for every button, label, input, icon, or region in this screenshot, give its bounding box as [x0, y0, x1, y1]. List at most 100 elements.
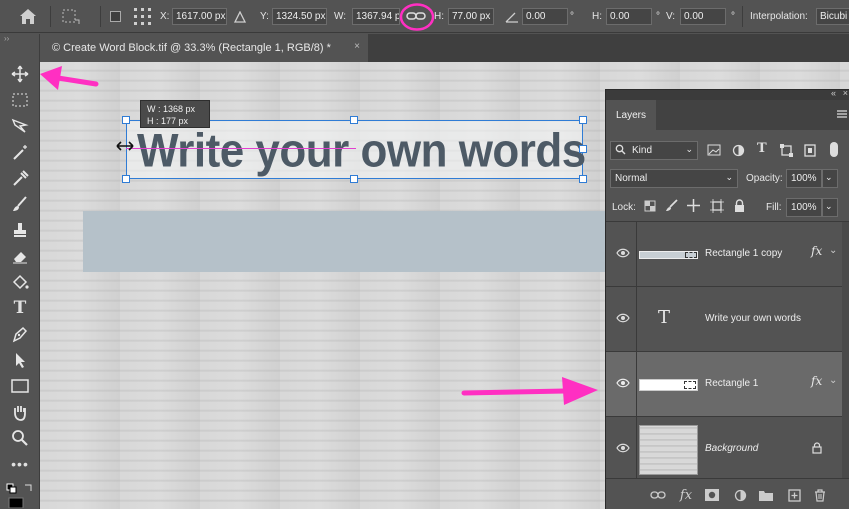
layers-panel-footer: fx: [606, 478, 849, 509]
fx-icon[interactable]: fx: [811, 374, 822, 388]
link-layers-icon[interactable]: [650, 487, 666, 503]
transform-handle[interactable]: [122, 116, 130, 124]
layer-row-background[interactable]: Background: [606, 417, 842, 482]
lock-position-icon[interactable]: [687, 199, 700, 215]
new-layer-icon[interactable]: [786, 487, 802, 503]
height-field[interactable]: 77.00 px: [448, 8, 494, 25]
tab-layers[interactable]: Layers: [606, 100, 656, 130]
chevron-down-icon[interactable]: ⌄: [829, 245, 837, 256]
layer-row-rectangle-1-selected[interactable]: Rectangle 1 fx ⌄: [606, 352, 842, 417]
smart-object-filter-icon[interactable]: [804, 144, 816, 160]
transform-handle[interactable]: [122, 175, 130, 183]
layer-row-text[interactable]: T Write your own words: [606, 287, 842, 352]
word-block-selection[interactable]: Write your own words: [126, 120, 586, 179]
blend-mode-select[interactable]: Normal ⌄: [610, 169, 738, 188]
marquee-tool-icon[interactable]: [8, 88, 32, 112]
panel-header-strip: « ×: [606, 88, 849, 100]
transform-handle[interactable]: [579, 116, 587, 124]
lock-all-icon[interactable]: [734, 199, 745, 215]
type-filter-icon[interactable]: T: [757, 141, 767, 156]
chevron-down-icon: ⌄: [825, 201, 833, 211]
rectangle-tool-icon[interactable]: [8, 374, 32, 398]
divider: [636, 222, 637, 287]
delete-layer-icon[interactable]: [812, 487, 828, 503]
shape-filter-icon[interactable]: [780, 144, 793, 160]
layer-name: Write your own words: [705, 313, 801, 324]
visibility-eye-icon[interactable]: [616, 248, 630, 258]
separator: [742, 6, 743, 27]
zoom-tool-icon[interactable]: [8, 426, 32, 450]
visibility-eye-icon[interactable]: [616, 313, 630, 323]
opacity-field[interactable]: 100%: [786, 169, 822, 188]
move-tool-icon[interactable]: [8, 62, 32, 86]
rectangle-shape[interactable]: [83, 211, 643, 272]
transform-handle[interactable]: [579, 175, 587, 183]
filter-kind-select[interactable]: Kind ⌄: [610, 141, 698, 160]
lock-icon: [812, 442, 822, 457]
transform-tool-icon[interactable]: [58, 0, 82, 33]
fill-dropdown[interactable]: ⌄: [822, 198, 838, 217]
close-panel-icon[interactable]: ×: [843, 88, 848, 98]
lock-pixels-icon[interactable]: [665, 199, 678, 215]
horizontal-skew-field[interactable]: 0.00: [606, 8, 652, 25]
y-field[interactable]: 1324.50 px: [272, 8, 327, 25]
tooltip-width: 1368 px: [163, 104, 196, 114]
panel-menu-icon[interactable]: [836, 108, 848, 123]
lasso-tool-icon[interactable]: [8, 114, 32, 138]
new-group-icon[interactable]: [758, 487, 774, 503]
transform-handle[interactable]: [350, 116, 358, 124]
layer-thumbnail: [639, 425, 698, 475]
reference-point-locator-icon[interactable]: [132, 0, 154, 33]
angle-field[interactable]: 0.00: [522, 8, 568, 25]
pen-tool-icon[interactable]: [8, 322, 32, 346]
path-selection-tool-icon[interactable]: [8, 348, 32, 372]
interpolation-select[interactable]: Bicubi: [816, 8, 849, 25]
hand-tool-icon[interactable]: [8, 400, 32, 424]
type-tool-icon[interactable]: T: [8, 296, 32, 320]
close-tab-icon[interactable]: ×: [354, 41, 360, 52]
color-swatches-icon[interactable]: [5, 482, 35, 509]
eyedropper-tool-icon[interactable]: [8, 166, 32, 190]
more-tools-icon[interactable]: •••: [8, 452, 32, 476]
width-field[interactable]: 1367.94 p: [352, 8, 400, 25]
layer-thumbnail-marker: [685, 252, 697, 258]
transform-handle[interactable]: [579, 145, 587, 153]
adjustment-filter-icon[interactable]: [732, 144, 745, 160]
add-mask-icon[interactable]: [704, 487, 720, 503]
visibility-eye-icon[interactable]: [616, 378, 630, 388]
brush-tool-icon[interactable]: [8, 192, 32, 216]
fill-field[interactable]: 100%: [786, 198, 822, 217]
collapse-panel-icon[interactable]: «: [831, 88, 836, 98]
fx-icon[interactable]: fx: [811, 244, 822, 258]
layers-scrollbar[interactable]: [842, 222, 849, 478]
lock-artboard-icon[interactable]: [710, 199, 724, 216]
search-icon: [615, 144, 626, 159]
eraser-tool-icon[interactable]: [8, 244, 32, 268]
image-filter-icon[interactable]: [707, 144, 721, 159]
document-tab-bar: © Create Word Block.tif @ 33.3% (Rectang…: [40, 34, 849, 62]
reference-point-checkbox[interactable]: [110, 0, 124, 33]
new-adjustment-layer-icon[interactable]: [732, 487, 748, 503]
transform-handle[interactable]: [350, 175, 358, 183]
stamp-tool-icon[interactable]: [8, 218, 32, 242]
chevron-down-icon[interactable]: ⌄: [829, 375, 837, 386]
fill-label: Fill:: [766, 202, 782, 213]
add-layer-style-icon[interactable]: fx: [678, 487, 694, 503]
x-field[interactable]: 1617.00 px: [172, 8, 227, 25]
tooltip-height: 177 px: [161, 116, 189, 126]
filter-toggle-icon[interactable]: [830, 142, 838, 157]
visibility-eye-icon[interactable]: [616, 443, 630, 453]
magic-wand-tool-icon[interactable]: [8, 140, 32, 164]
home-icon[interactable]: [8, 0, 48, 33]
vertical-skew-field[interactable]: 0.00: [680, 8, 726, 25]
toolbar-collapse-icon[interactable]: ››: [4, 34, 9, 43]
lock-transparent-icon[interactable]: [644, 200, 656, 215]
relative-position-icon[interactable]: [234, 0, 248, 33]
separator: [100, 6, 101, 27]
layer-row-rectangle-1-copy[interactable]: Rectangle 1 copy fx ⌄: [606, 222, 842, 287]
hskew-label: H:: [592, 11, 602, 22]
dimension-tooltip: W : 1368 px H : 177 px: [140, 100, 210, 128]
paint-bucket-tool-icon[interactable]: [8, 270, 32, 294]
document-tab[interactable]: © Create Word Block.tif @ 33.3% (Rectang…: [40, 34, 368, 62]
opacity-dropdown[interactable]: ⌄: [822, 169, 838, 188]
